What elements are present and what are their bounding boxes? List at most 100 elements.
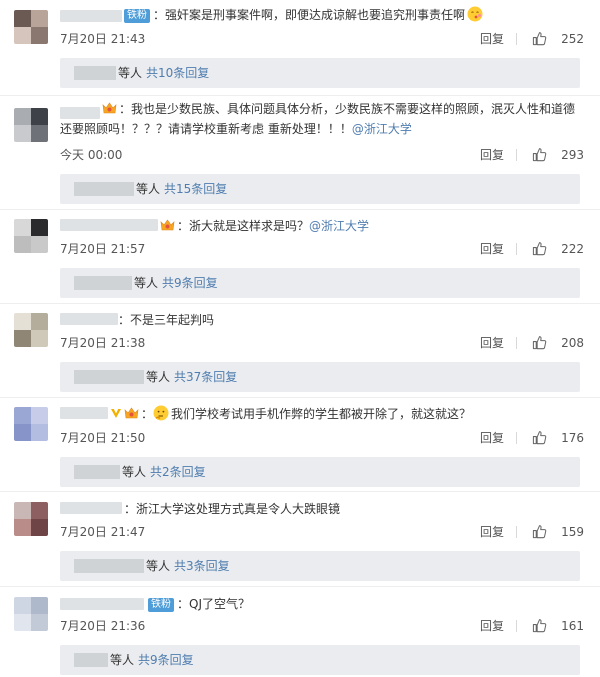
- like-button[interactable]: 161: [532, 617, 584, 635]
- like-count: 252: [561, 32, 584, 46]
- reply-count-link[interactable]: 共2条回复: [150, 465, 206, 479]
- comment-text: ：不是三年起判吗: [118, 313, 215, 327]
- comment-text: ：我也是少数民族、具体问题具体分析，少数民族不需要这样的照顾，泯灭人性和道德还要…: [60, 102, 576, 136]
- thumbs-up-icon: [532, 32, 547, 46]
- divider: [516, 149, 517, 161]
- sub-replies-toggle[interactable]: 等人 共9条回复: [60, 268, 580, 298]
- like-button[interactable]: 293: [532, 146, 584, 164]
- comment-text: ：浙大就是这样求是吗？@浙江大学: [160, 216, 580, 236]
- crown-badge-icon: [124, 407, 139, 419]
- thumbs-up-icon: [532, 525, 547, 539]
- divider: [0, 303, 600, 304]
- commenter-name[interactable]: [60, 219, 158, 231]
- avatar[interactable]: [14, 10, 48, 44]
- sub-replies-toggle[interactable]: 等人 共3条回复: [60, 551, 580, 581]
- like-button[interactable]: 252: [532, 30, 584, 48]
- comment-text: ：我们学校考试用手机作弊的学生都被开除了，就这就这？: [110, 404, 580, 424]
- commenter-name[interactable]: [60, 407, 108, 419]
- like-count: 161: [561, 619, 584, 633]
- comment-time: 7月20日 21:43: [60, 32, 146, 46]
- reply-button[interactable]: 回复: [480, 429, 504, 447]
- commenter-name[interactable]: [60, 598, 144, 610]
- reply-button[interactable]: 回复: [480, 334, 504, 352]
- thumbs-up-icon: [532, 336, 547, 350]
- crown-badge-icon: [102, 102, 117, 114]
- replier-names: [74, 465, 120, 479]
- reply-count-link[interactable]: 共9条回复: [162, 276, 218, 290]
- like-button[interactable]: 222: [532, 240, 584, 258]
- like-count: 159: [561, 525, 584, 539]
- thumbs-up-icon: [532, 242, 547, 256]
- reply-button[interactable]: 回复: [480, 617, 504, 635]
- yellow-v-icon: [111, 409, 121, 418]
- fan-badge: 铁粉: [148, 598, 174, 612]
- avatar[interactable]: [14, 219, 48, 253]
- avatar[interactable]: [14, 108, 48, 142]
- like-button[interactable]: 176: [532, 429, 584, 447]
- replier-names: [74, 653, 108, 667]
- like-button[interactable]: 208: [532, 334, 584, 352]
- replier-names: [74, 559, 144, 573]
- divider: [516, 620, 517, 632]
- like-count: 222: [561, 242, 584, 256]
- divider: [516, 337, 517, 349]
- like-count: 293: [561, 148, 584, 162]
- thumbs-up-icon: [532, 431, 547, 445]
- reply-count-link[interactable]: 共9条回复: [138, 653, 194, 667]
- replier-names: [74, 182, 134, 196]
- reply-button[interactable]: 回复: [480, 146, 504, 164]
- comment-time: 7月20日 21:47: [60, 525, 146, 539]
- reply-count-link[interactable]: 共37条回复: [174, 370, 237, 384]
- reply-button[interactable]: 回复: [480, 523, 504, 541]
- comment-time: 7月20日 21:36: [60, 619, 146, 633]
- fan-badge: 铁粉: [124, 9, 150, 23]
- crown-badge-icon: [160, 219, 175, 231]
- mention-link[interactable]: @浙江大学: [309, 219, 369, 233]
- divider: [0, 491, 600, 492]
- avatar[interactable]: [14, 407, 48, 441]
- divider: [0, 397, 600, 398]
- sub-replies-toggle[interactable]: 等人 共15条回复: [60, 174, 580, 204]
- divider: [0, 586, 600, 587]
- commenter-name[interactable]: [60, 502, 122, 514]
- reply-button[interactable]: 回复: [480, 30, 504, 48]
- divider: [516, 432, 517, 444]
- like-count: 176: [561, 431, 584, 445]
- reply-count-link[interactable]: 共3条回复: [174, 559, 230, 573]
- mention-link[interactable]: @浙江大学: [352, 122, 412, 136]
- emoji-kiss-icon: [467, 6, 483, 22]
- divider: [516, 33, 517, 45]
- comment-time: 7月20日 21:50: [60, 431, 146, 445]
- thumbs-up-icon: [532, 148, 547, 162]
- sub-replies-toggle[interactable]: 等人 共2条回复: [60, 457, 580, 487]
- avatar[interactable]: [14, 313, 48, 347]
- comment-time: 今天 00:00: [60, 148, 123, 162]
- comment-text: 铁粉 ：QJ了空气？: [148, 594, 580, 614]
- sub-replies-toggle[interactable]: 等人 共9条回复: [60, 645, 580, 675]
- divider: [0, 209, 600, 210]
- emoji-thinking-icon: [153, 405, 169, 421]
- reply-count-link[interactable]: 共10条回复: [146, 66, 209, 80]
- replier-names: [74, 66, 116, 80]
- thumbs-up-icon: [532, 619, 547, 633]
- avatar[interactable]: [14, 597, 48, 631]
- commenter-name[interactable]: [60, 313, 118, 325]
- replier-names: [74, 276, 132, 290]
- divider: [516, 526, 517, 538]
- like-count: 208: [561, 336, 584, 350]
- avatar[interactable]: [14, 502, 48, 536]
- comment-text: 铁粉 ：强奸案是刑事案件啊，即便达成谅解也要追究刑事责任啊: [124, 5, 580, 25]
- divider: [0, 95, 600, 96]
- comment-list: 铁粉 ：强奸案是刑事案件啊，即便达成谅解也要追究刑事责任啊 7月20日 21:43…: [0, 0, 600, 677]
- reply-button[interactable]: 回复: [480, 240, 504, 258]
- reply-count-link[interactable]: 共15条回复: [164, 182, 227, 196]
- comment-text: ：浙江大学这处理方式真是令人大跌眼镜: [124, 502, 341, 516]
- commenter-name[interactable]: [60, 10, 122, 22]
- like-button[interactable]: 159: [532, 523, 584, 541]
- divider: [516, 243, 517, 255]
- comment-time: 7月20日 21:57: [60, 242, 146, 256]
- sub-replies-toggle[interactable]: 等人 共10条回复: [60, 58, 580, 88]
- sub-replies-toggle[interactable]: 等人 共37条回复: [60, 362, 580, 392]
- comment-time: 7月20日 21:38: [60, 336, 146, 350]
- replier-names: [74, 370, 144, 384]
